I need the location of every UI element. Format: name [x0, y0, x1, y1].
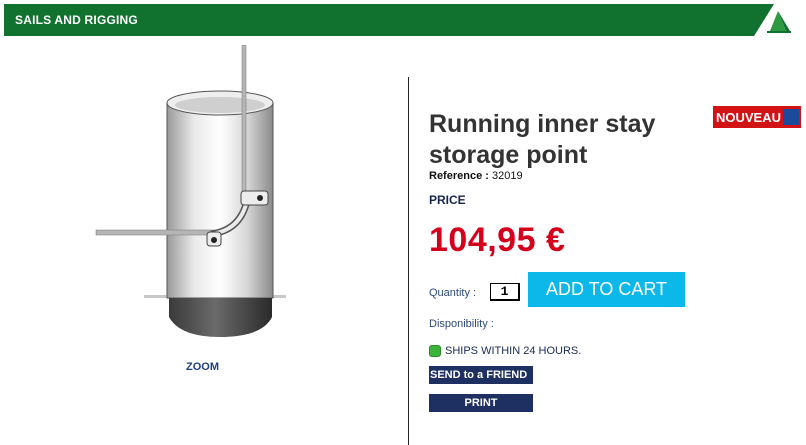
stay-storage-fitting-image[interactable]	[90, 45, 290, 345]
sail-icon	[754, 4, 800, 36]
section-title: SAILS AND RIGGING	[15, 13, 138, 27]
availability-label: Disponibility :	[429, 318, 494, 330]
quantity-input[interactable]	[490, 283, 520, 301]
quantity-label: Quantity :	[429, 287, 477, 299]
product-title: Running inner stay storage point	[429, 110, 656, 169]
send-to-friend-button[interactable]: SEND to a FRIEND	[429, 366, 533, 384]
new-badge-text: NOUVEAU	[716, 110, 781, 125]
column-divider	[408, 77, 409, 445]
in-stock-dot-icon	[429, 345, 441, 357]
price-label: PRICE	[429, 193, 466, 207]
reference-label: Reference :	[429, 170, 489, 182]
availability-status: SHIPS WITHIN 24 HOURS.	[429, 344, 581, 358]
product-reference: Reference : 32019	[429, 170, 523, 182]
add-to-cart-button[interactable]: ADD TO CART	[528, 272, 685, 307]
new-badge-icon: NOUVEAU	[713, 106, 801, 128]
availability-text: SHIPS WITHIN 24 HOURS.	[445, 345, 582, 357]
print-button[interactable]: PRINT	[429, 394, 533, 412]
section-header: SAILS AND RIGGING	[4, 4, 800, 36]
price-value: 104,95 €	[429, 221, 566, 259]
reference-value: 32019	[491, 170, 523, 182]
zoom-link[interactable]: ZOOM	[186, 361, 219, 373]
